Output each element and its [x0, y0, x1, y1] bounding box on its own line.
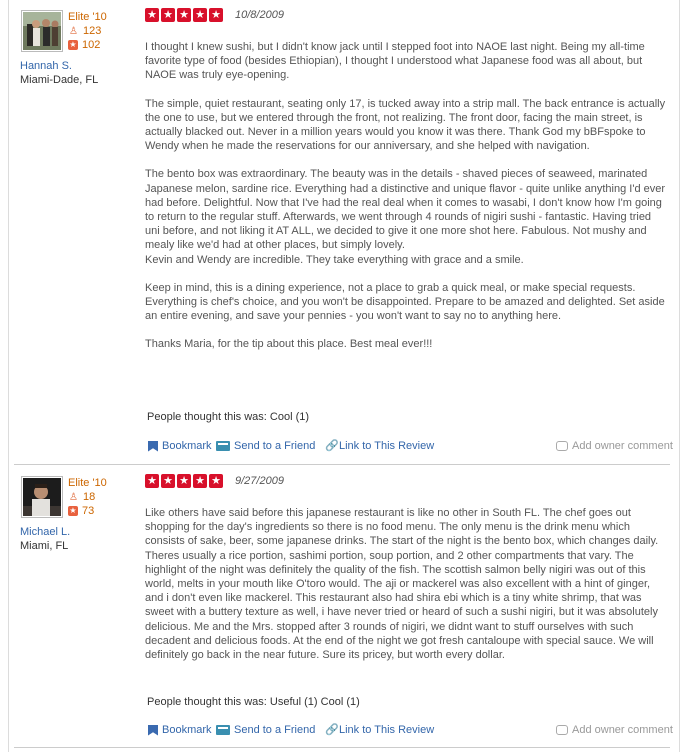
bookmark-label: Bookmark	[162, 724, 212, 736]
link-icon: 🔗	[325, 440, 339, 452]
friend-count: ♙ 18	[68, 490, 107, 504]
reviewer-location: Miami-Dade, FL	[20, 74, 99, 86]
friends-icon: ♙	[69, 491, 78, 503]
review-paragraph: Keep in mind, this is a dining experienc…	[145, 281, 665, 323]
owner-comment-label: Add owner comment	[572, 440, 673, 452]
star-icon: ★	[209, 8, 223, 22]
reviewer-stats: Elite '10 ♙ 123 ★ 102	[68, 10, 107, 52]
avatar-image	[23, 12, 61, 50]
bookmark-label: Bookmark	[162, 440, 212, 452]
send-icon	[216, 725, 230, 735]
reviewer-stats: Elite '10 ♙ 18 ★ 73	[68, 476, 107, 518]
friends-icon: ♙	[69, 25, 78, 37]
link-label: Link to This Review	[339, 724, 435, 736]
review-item: Elite '10 ♙ 123 ★ 102 Hannah S. Miami-Da…	[8, 0, 680, 464]
star-icon: ★	[145, 8, 159, 22]
review-divider	[14, 464, 670, 465]
review-date: 10/8/2009	[235, 9, 284, 21]
review-date: 9/27/2009	[235, 475, 284, 487]
send-icon	[216, 441, 230, 451]
bookmark-link[interactable]: Bookmark	[148, 724, 212, 736]
vote-summary: People thought this was: Useful (1) Cool…	[147, 696, 360, 708]
avatar[interactable]	[21, 476, 63, 518]
friend-count-value: 18	[83, 491, 96, 503]
review-text: Like others have said before this japane…	[145, 506, 667, 676]
review-count-value: 73	[82, 505, 95, 517]
reviews-icon: ★	[68, 40, 78, 50]
friend-count: ♙ 123	[68, 24, 107, 38]
star-rating: ★ ★ ★ ★ ★	[145, 474, 223, 488]
review-text: I thought I knew sushi, but I didn't kno…	[145, 40, 667, 366]
link-to-review-link[interactable]: 🔗 Link to This Review	[325, 724, 434, 736]
add-owner-comment-link[interactable]: Add owner comment	[556, 440, 673, 452]
elite-badge[interactable]: Elite '10	[68, 10, 107, 24]
send-label: Send to a Friend	[234, 440, 316, 452]
bookmark-link[interactable]: Bookmark	[148, 440, 212, 452]
avatar-image	[23, 478, 61, 516]
review-paragraph: Thanks Maria, for the tip about this pla…	[145, 338, 433, 351]
link-icon: 🔗	[325, 724, 339, 736]
comment-icon	[556, 441, 568, 451]
review-divider	[14, 747, 670, 748]
review-actions: Bookmark Send to a Friend 🔗 Link to This…	[148, 440, 673, 454]
bookmark-icon	[148, 440, 158, 452]
elite-badge[interactable]: Elite '10	[68, 476, 107, 490]
star-icon: ★	[193, 474, 207, 488]
review-count: ★ 102	[68, 38, 107, 52]
star-icon: ★	[209, 474, 223, 488]
review-paragraph: The bento box was extraordinary. The bea…	[145, 168, 666, 266]
send-to-friend-link[interactable]: Send to a Friend	[216, 724, 315, 736]
avatar-photo	[23, 478, 61, 516]
bookmark-icon	[148, 724, 158, 736]
reviewer-name[interactable]: Michael L.	[20, 526, 70, 538]
friend-count-value: 123	[83, 25, 102, 37]
star-icon: ★	[161, 8, 175, 22]
review-paragraph: Like others have said before this japane…	[145, 507, 659, 662]
send-label: Send to a Friend	[234, 724, 316, 736]
link-label: Link to This Review	[339, 440, 435, 452]
owner-comment-label: Add owner comment	[572, 724, 673, 736]
review-actions: Bookmark Send to a Friend 🔗 Link to This…	[148, 724, 673, 738]
review-paragraph: The simple, quiet restaurant, seating on…	[145, 97, 666, 153]
star-icon: ★	[145, 474, 159, 488]
review-count: ★ 73	[68, 504, 107, 518]
avatar-photo	[23, 12, 61, 50]
send-to-friend-link[interactable]: Send to a Friend	[216, 440, 315, 452]
star-icon: ★	[177, 474, 191, 488]
review-item: Elite '10 ♙ 18 ★ 73 Michael L. Miami, FL…	[8, 466, 680, 752]
comment-icon	[556, 725, 568, 735]
star-icon: ★	[193, 8, 207, 22]
review-paragraph: I thought I knew sushi, but I didn't kno…	[145, 41, 645, 82]
link-to-review-link[interactable]: 🔗 Link to This Review	[325, 440, 434, 452]
add-owner-comment-link[interactable]: Add owner comment	[556, 724, 673, 736]
reviewer-name[interactable]: Hannah S.	[20, 60, 72, 72]
reviewer-location: Miami, FL	[20, 540, 69, 552]
star-icon: ★	[161, 474, 175, 488]
avatar[interactable]	[21, 10, 63, 52]
review-count-value: 102	[82, 39, 101, 51]
vote-summary: People thought this was: Cool (1)	[147, 411, 310, 423]
reviews-icon: ★	[68, 506, 78, 516]
star-icon: ★	[177, 8, 191, 22]
star-rating: ★ ★ ★ ★ ★	[145, 8, 223, 22]
